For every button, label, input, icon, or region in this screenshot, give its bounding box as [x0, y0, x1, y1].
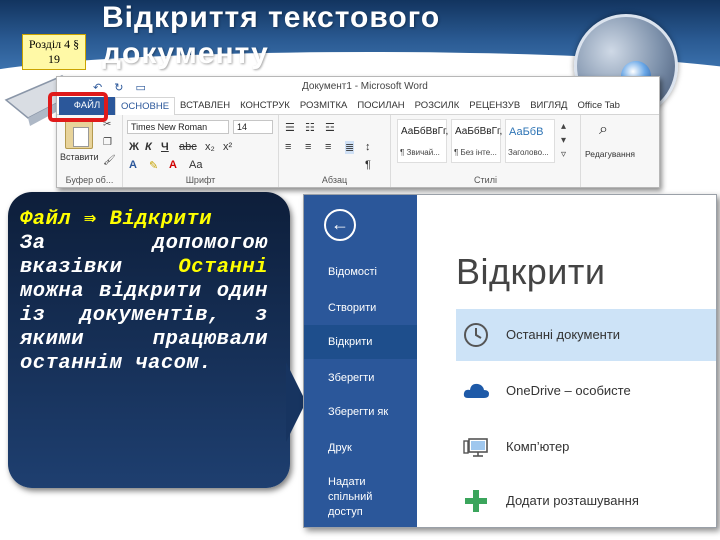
align-center-icon[interactable]: ≡ [305, 141, 311, 153]
bullets-icon[interactable]: ☰ [285, 121, 295, 134]
strikethrough-icon[interactable]: abc [179, 141, 197, 153]
place-label: Додати розташування [506, 493, 639, 508]
tab-insert[interactable]: ВСТАВЛЕН [175, 97, 235, 115]
bold-icon[interactable]: Ж [129, 141, 139, 153]
multilevel-list-icon[interactable]: ☲ [325, 121, 335, 134]
style-name: ¶ Без інте... [454, 148, 497, 157]
editing-group: ⌕ Редагування [581, 115, 659, 187]
slide-title: Відкриття текстового документу [102, 1, 441, 70]
plus-icon [465, 490, 487, 512]
place-onedrive[interactable]: OneDrive – особисте [456, 365, 716, 417]
style-sample: АаБбВвГг, [455, 126, 503, 137]
font-color-icon[interactable]: A [169, 159, 177, 171]
tab-office-tab[interactable]: Office Tab [573, 97, 625, 115]
font-group: Times New Roman 14 Ж К Ч abc x₂ x² A ✎ A… [123, 115, 279, 187]
styles-scroll-up-icon[interactable]: ▴ [561, 121, 566, 132]
nav-open[interactable]: Відкрити [304, 325, 417, 359]
paragraph-group-label: Абзац [321, 175, 348, 185]
superscript-icon[interactable]: x² [223, 141, 232, 153]
tab-references[interactable]: ПОСИЛАН [352, 97, 409, 115]
redo-icon[interactable]: ↻ [114, 81, 123, 94]
nav-share[interactable]: Надати спільний доступ [304, 475, 417, 520]
quick-access-toolbar: ↶ ↻ ▭ Документ1 - Microsoft Word [57, 77, 659, 97]
italic-icon[interactable]: К [145, 141, 152, 153]
word-ribbon: ↶ ↻ ▭ Документ1 - Microsoft Word ФАЙЛ ОС… [56, 76, 660, 188]
ribbon-body: Вставити ✂ ❐ 🖌 Буфер об... Times New Rom… [57, 115, 659, 187]
styles-scroll-down-icon[interactable]: ▾ [561, 135, 566, 146]
place-add-location[interactable]: Додати розташування [456, 475, 716, 527]
nav-save-as[interactable]: Зберегти як [304, 405, 417, 420]
binoculars-icon[interactable]: ⌕ [599, 121, 608, 139]
paste-icon[interactable] [65, 119, 93, 149]
subscript-icon[interactable]: x₂ [205, 141, 215, 153]
tab-review[interactable]: РЕЦЕНЗУВ [464, 97, 525, 115]
place-label: Комп’ютер [506, 439, 570, 454]
window-title: Документ1 - Microsoft Word [302, 81, 428, 92]
section-badge-line1: Розділ 4 § [28, 37, 80, 51]
style-name: ¶ Звичай... [400, 148, 440, 157]
backstage-title: Відкрити [456, 251, 606, 292]
style-sample: АаБбВ [509, 126, 544, 138]
align-right-icon[interactable]: ≡ [325, 141, 331, 153]
style-normal[interactable]: АаБбВвГг, ¶ Звичай... [397, 119, 449, 163]
line-spacing-icon[interactable]: ↕ [365, 141, 371, 153]
place-label: Останні документи [506, 327, 621, 342]
section-badge: Розділ 4 § 19 [22, 34, 86, 70]
back-arrow-icon[interactable]: ← [324, 209, 356, 241]
tab-layout[interactable]: РОЗМІТКА [295, 97, 352, 115]
styles-group: АаБбВвГг, ¶ Звичай... АаБбВвГг, ¶ Без ін… [391, 115, 581, 187]
file-tab-highlight [48, 92, 108, 122]
backstage-sidebar: ← Відомості Створити Відкрити Зберегти З… [304, 195, 417, 527]
style-sample: АаБбВвГг, [401, 126, 449, 137]
styles-group-label: Стилі [474, 175, 497, 185]
style-name: Заголово... [508, 148, 549, 157]
text-effects-icon[interactable]: A [129, 159, 137, 171]
underline-icon[interactable]: Ч [161, 141, 169, 153]
numbering-icon[interactable]: ☷ [305, 121, 315, 134]
copy-icon[interactable]: ❐ [103, 137, 112, 148]
nav-print[interactable]: Друк [304, 441, 417, 456]
tab-design[interactable]: КОНСТРУК [235, 97, 295, 115]
font-name-select[interactable]: Times New Roman [127, 120, 229, 134]
open-file-icon[interactable]: ▭ [135, 81, 145, 94]
editing-label[interactable]: Редагування [585, 149, 635, 159]
backstage-open-view: ← Відомості Створити Відкрити Зберегти З… [303, 194, 717, 528]
tab-view[interactable]: ВИГЛЯД [525, 97, 572, 115]
nav-new[interactable]: Створити [304, 301, 417, 316]
tab-home[interactable]: ОСНОВНЕ [115, 96, 176, 115]
callout-text: Файл ⇛ Відкрити За допомогою вказівки Ос… [20, 208, 268, 376]
justify-icon[interactable]: ≣ [345, 141, 355, 154]
computer-icon [463, 438, 488, 457]
font-group-label: Шрифт [185, 175, 216, 185]
paragraph-group: ☰ ☷ ☲ ≡ ≡ ≡ ≣ ↕ ¶ Абзац [279, 115, 391, 187]
place-computer[interactable]: Комп’ютер [456, 421, 716, 473]
style-heading[interactable]: АаБбВ Заголово... [505, 119, 555, 163]
font-size-icon[interactable]: Aa [189, 159, 202, 171]
clipboard-group: Вставити ✂ ❐ 🖌 Буфер об... [57, 115, 123, 187]
tab-mailings[interactable]: РОЗСИЛК [410, 97, 465, 115]
styles-more-icon[interactable]: ▿ [561, 149, 566, 160]
place-label: OneDrive – особисте [506, 383, 631, 398]
cloud-icon [463, 383, 489, 398]
ribbon-tabs: ФАЙЛ ОСНОВНЕ ВСТАВЛЕН КОНСТРУК РОЗМІТКА … [57, 96, 659, 115]
format-painter-icon[interactable]: 🖌 [103, 155, 116, 166]
align-left-icon[interactable]: ≡ [285, 141, 291, 153]
highlight-icon[interactable]: ✎ [149, 159, 158, 172]
nav-info[interactable]: Відомості [304, 265, 417, 280]
nav-save[interactable]: Зберегти [304, 371, 417, 386]
callout-text-after: можна відкрити один із документів, з яки… [20, 280, 268, 375]
section-badge-line2: 19 [48, 52, 60, 66]
clock-icon [464, 323, 488, 347]
font-size-select[interactable]: 14 [233, 120, 273, 134]
clipboard-group-label: Буфер об... [65, 175, 114, 185]
pilcrow-icon[interactable]: ¶ [365, 159, 371, 171]
place-recent[interactable]: Останні документи [456, 309, 716, 361]
callout-path: Файл ⇛ Відкрити [20, 208, 213, 231]
style-no-spacing[interactable]: АаБбВвГг, ¶ Без інте... [451, 119, 503, 163]
paste-button-label[interactable]: Вставити [60, 152, 99, 162]
callout-highlight: Останні [178, 256, 268, 279]
